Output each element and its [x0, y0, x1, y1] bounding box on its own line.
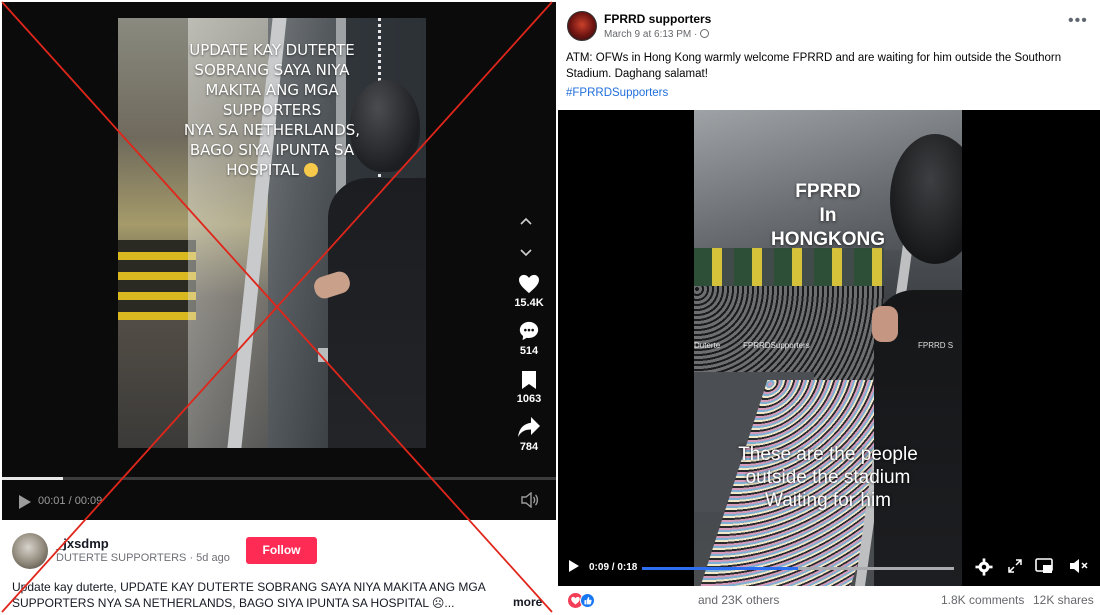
like-button[interactable]: 15.4K — [512, 274, 546, 309]
globe-icon — [700, 29, 710, 38]
chevron-up-icon[interactable] — [519, 211, 533, 230]
video-title-text: FPRRD In HONGKONG — [771, 181, 885, 250]
reactions-count[interactable]: and 23K others — [698, 593, 779, 607]
video-timestamp: 0:09 / 0:18 — [589, 562, 638, 573]
expand-icon[interactable] — [1007, 558, 1023, 579]
hashtag-link[interactable]: #FPRRDSupporters — [566, 87, 668, 99]
video-buildings — [694, 248, 884, 286]
bookmark-icon — [512, 370, 546, 390]
overlay-text: UPDATE KAY DUTERTE SOBRANG SAYA NIYA MAK… — [183, 41, 361, 179]
tiktok-progress-fill — [2, 477, 63, 480]
shares-count[interactable]: 12K shares — [1033, 593, 1094, 607]
username[interactable]: _jxsdmp — [56, 536, 109, 551]
tiktok-post-meta: _jxsdmp DUTERTE SUPPORTERS · 5d ago Foll… — [0, 520, 556, 615]
chevron-down-icon[interactable] — [519, 243, 533, 262]
more-link[interactable]: more — [513, 595, 542, 609]
like-reaction-icon[interactable] — [580, 593, 595, 608]
avatar[interactable] — [567, 11, 597, 41]
mute-icon[interactable] — [1069, 558, 1089, 579]
video-street-sign — [118, 240, 196, 320]
bookmark-count: 1063 — [516, 393, 542, 405]
post-text: ATM: OFWs in Hong Kong warmly welcome FP… — [566, 52, 1062, 80]
avatar[interactable] — [12, 533, 48, 569]
bookmark-button[interactable]: 1063 — [512, 370, 546, 405]
follow-button[interactable]: Follow — [246, 537, 317, 564]
volume-icon[interactable] — [521, 491, 539, 513]
video-caption-text: These are the people outside the stadium… — [738, 444, 918, 511]
play-icon[interactable] — [18, 494, 32, 515]
share-button[interactable]: 784 — [512, 416, 546, 453]
comments-count[interactable]: 1.8K comments — [941, 593, 1024, 607]
facebook-video-player[interactable]: FPRRD In HONGKONG These are the people o… — [558, 110, 1100, 586]
comment-button[interactable]: 514 — [512, 320, 546, 357]
post-date[interactable]: March 9 at 6:13 PM · — [604, 29, 710, 40]
page-name[interactable]: FPRRD supporters — [604, 12, 711, 26]
post-footer: and 23K others 1.8K comments 12K shares — [558, 588, 1100, 615]
tiktok-progress-bar[interactable] — [2, 477, 556, 480]
pip-icon[interactable] — [1035, 558, 1053, 579]
like-count: 15.4K — [514, 297, 544, 309]
settings-icon[interactable] — [975, 558, 993, 581]
heart-icon — [512, 274, 546, 294]
share-icon — [512, 416, 546, 438]
video-crowd — [694, 286, 884, 386]
share-count: 784 — [519, 441, 539, 453]
user-subline: DUTERTE SUPPORTERS · 5d ago — [56, 552, 230, 564]
play-icon[interactable] — [568, 559, 580, 578]
video-person — [328, 178, 426, 448]
watermark-text: FPRRDSupporters — [743, 341, 810, 350]
video-person-hand — [872, 306, 898, 342]
comment-count: 514 — [519, 345, 539, 357]
tiktok-timestamp: 00:01 / 00:09 — [38, 495, 103, 507]
tiktok-overlay-text: UPDATE KAY DUTERTE SOBRANG SAYA NIYA MAK… — [118, 40, 426, 180]
facebook-panel: FPRRD supporters March 9 at 6:13 PM · ••… — [558, 0, 1100, 615]
video-progress-fill — [642, 567, 798, 570]
more-icon[interactable]: ••• — [1068, 12, 1088, 30]
post-date-text: March 9 at 6:13 PM · — [604, 29, 698, 40]
tiktok-panel: UPDATE KAY DUTERTE SOBRANG SAYA NIYA MAK… — [0, 0, 556, 615]
comment-icon — [512, 320, 546, 342]
post-caption: Update kay duterte, UPDATE KAY DUTERTE S… — [12, 580, 486, 610]
sad-face-icon — [303, 163, 318, 177]
watermark-text: Duterte — [694, 341, 721, 350]
watermark-text: FPRRD S — [918, 341, 954, 350]
